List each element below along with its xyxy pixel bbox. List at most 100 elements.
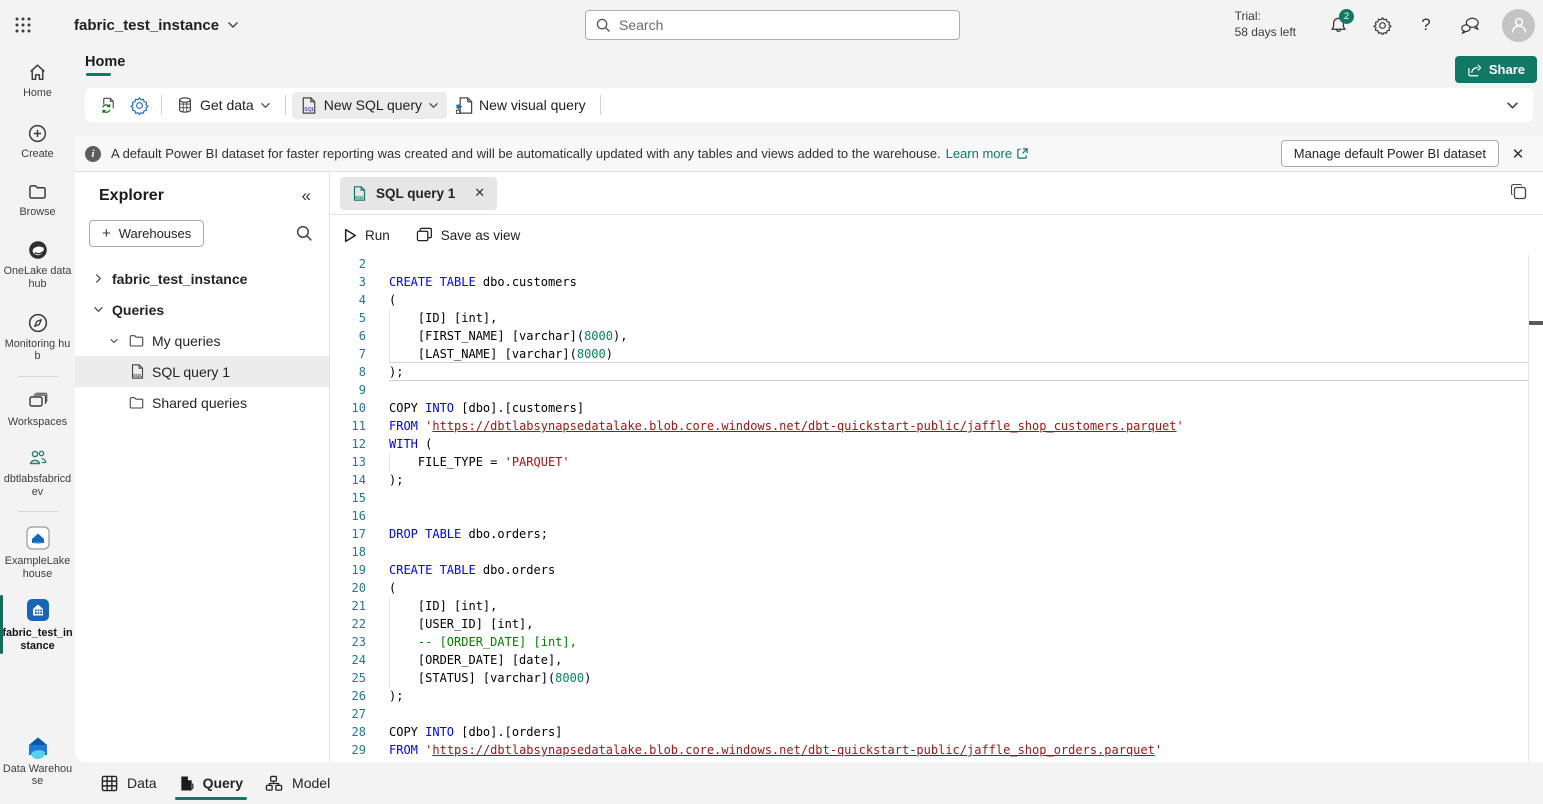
collapse-ribbon-button[interactable] [1500, 97, 1525, 114]
line-number[interactable]: 7 [330, 345, 366, 363]
scrollbar-marker[interactable] [1529, 321, 1543, 325]
close-tab-icon[interactable]: ✕ [474, 185, 485, 201]
help-button[interactable]: ? [1406, 5, 1446, 45]
warehouse-settings-button[interactable] [124, 92, 155, 119]
code-line[interactable]: 20( [330, 579, 1543, 597]
tree-item-shared-queries[interactable]: Shared queries [75, 387, 329, 418]
code-line[interactable]: 18 [330, 543, 1543, 561]
code-line[interactable]: 16 [330, 507, 1543, 525]
rail-item-workspaces[interactable]: Workspaces [0, 384, 75, 435]
rail-item-onelake-data-hub[interactable]: OneLake data hub [0, 233, 75, 296]
line-number[interactable]: 28 [330, 723, 366, 741]
tree-item-sql-query-1[interactable]: SQL SQL query 1 [75, 356, 329, 387]
line-number[interactable]: 14 [330, 471, 366, 489]
editor-overview-ruler[interactable] [1528, 255, 1543, 762]
code-line[interactable]: 12 WITH ( [330, 435, 1543, 453]
explorer-search-icon[interactable] [296, 225, 313, 242]
code-line[interactable]: 19 CREATE TABLE dbo.orders [330, 561, 1543, 579]
line-number[interactable]: 4 [330, 291, 366, 309]
workspace-title-menu[interactable]: fabric_test_instance [74, 17, 239, 34]
code-text[interactable]: [LAST_NAME] [varchar](8000) [389, 345, 1528, 363]
line-number[interactable]: 23 [330, 633, 366, 651]
rail-item-fabric-test-instance[interactable]: fabric_test_instance [0, 591, 75, 658]
code-text[interactable]: CREATE TABLE dbo.orders [389, 561, 1528, 579]
rail-item-monitoring-hub[interactable]: Monitoring hub [0, 306, 75, 369]
code-line[interactable]: 7 [LAST_NAME] [varchar](8000) [330, 345, 1543, 363]
code-line[interactable]: 29FROM 'https://dbtlabsynapsedatalake.bl… [330, 741, 1543, 759]
tree-item-my-queries[interactable]: My queries [75, 325, 329, 356]
code-line[interactable]: 27 [330, 705, 1543, 723]
line-number[interactable]: 21 [330, 597, 366, 615]
sql-code-editor[interactable]: 23CREATE TABLE dbo.customers4(5 [ID] [in… [330, 255, 1543, 762]
line-number[interactable]: 18 [330, 543, 366, 561]
learn-more-link[interactable]: Learn more [946, 146, 1012, 161]
code-line[interactable]: 21 [ID] [int], [330, 597, 1543, 615]
user-avatar[interactable] [1502, 9, 1535, 42]
code-text[interactable] [389, 507, 1528, 525]
code-text[interactable]: DROP TABLE dbo.orders; [389, 525, 1528, 543]
view-tab-model[interactable]: Model [261, 762, 334, 804]
line-number[interactable]: 3 [330, 273, 366, 291]
code-text[interactable] [389, 705, 1528, 723]
line-number[interactable]: 9 [330, 381, 366, 399]
code-text[interactable]: [ORDER_DATE] [date], [389, 651, 1528, 669]
ribbon-tab-home[interactable]: Home [85, 54, 125, 76]
app-launcher-waffle-icon[interactable] [0, 0, 46, 50]
rail-item-create[interactable]: Create [0, 117, 75, 167]
line-number[interactable]: 26 [330, 687, 366, 705]
code-text[interactable]: CREATE TABLE dbo.customers [389, 273, 1528, 291]
banner-close-icon[interactable]: ✕ [1503, 139, 1533, 169]
tree-item-queries[interactable]: Queries [75, 294, 329, 325]
new-visual-query-button[interactable]: New visual query [447, 92, 594, 119]
code-text[interactable] [389, 489, 1528, 507]
code-line[interactable]: 13 FILE_TYPE = 'PARQUET' [330, 453, 1543, 471]
share-button[interactable]: Share [1455, 56, 1537, 83]
line-number[interactable]: 6 [330, 327, 366, 345]
code-text[interactable]: ( [389, 291, 1528, 309]
code-text[interactable]: ); [389, 687, 1528, 705]
run-button[interactable]: Run [344, 228, 390, 243]
code-line[interactable]: 23 -- [ORDER_DATE] [int], [330, 633, 1543, 651]
code-line[interactable]: 15 [330, 489, 1543, 507]
refresh-document-button[interactable] [93, 92, 124, 119]
settings-button[interactable] [1362, 5, 1402, 45]
code-line[interactable]: 24 [ORDER_DATE] [date], [330, 651, 1543, 669]
line-number[interactable]: 17 [330, 525, 366, 543]
line-number[interactable]: 13 [330, 453, 366, 471]
code-line[interactable]: 10COPY INTO [dbo].[customers] [330, 399, 1543, 417]
line-number[interactable]: 19 [330, 561, 366, 579]
chevron-down-icon[interactable] [107, 338, 121, 344]
line-number[interactable]: 12 [330, 435, 366, 453]
code-text[interactable]: [USER_ID] [int], [389, 615, 1528, 633]
code-line[interactable]: 25 [STATUS] [varchar](8000) [330, 669, 1543, 687]
line-number[interactable]: 15 [330, 489, 366, 507]
new-sql-query-button[interactable]: SQL New SQL query [292, 92, 447, 119]
code-line[interactable]: 6 [FIRST_NAME] [varchar](8000), [330, 327, 1543, 345]
code-text[interactable] [389, 381, 1528, 399]
code-text[interactable] [389, 543, 1528, 561]
code-text[interactable]: [STATUS] [varchar](8000) [389, 669, 1528, 687]
save-as-view-button[interactable]: Save as view [416, 227, 521, 243]
code-line[interactable]: 3 CREATE TABLE dbo.customers [330, 273, 1543, 291]
rail-item-browse[interactable]: Browse [0, 175, 75, 225]
code-text[interactable]: [ID] [int], [389, 597, 1528, 615]
add-warehouses-button[interactable]: + Warehouses [89, 220, 204, 247]
rail-item-examplelakehouse[interactable]: ExampleLakehouse [0, 519, 75, 586]
notifications-button[interactable]: 2 [1318, 5, 1358, 45]
line-number[interactable]: 22 [330, 615, 366, 633]
line-number[interactable]: 16 [330, 507, 366, 525]
code-text[interactable]: WITH ( [389, 435, 1528, 453]
code-text[interactable]: ); [389, 362, 1528, 381]
code-line[interactable]: 17 DROP TABLE dbo.orders; [330, 525, 1543, 543]
view-tab-data[interactable]: Data [97, 762, 161, 804]
feedback-button[interactable] [1450, 5, 1490, 45]
code-line[interactable]: 22 [USER_ID] [int], [330, 615, 1543, 633]
line-number[interactable]: 11 [330, 417, 366, 435]
code-line[interactable]: 11FROM 'https://dbtlabsynapsedatalake.bl… [330, 417, 1543, 435]
chevron-down-icon[interactable] [91, 306, 105, 313]
line-number[interactable]: 25 [330, 669, 366, 687]
search-input[interactable]: Search [585, 10, 960, 40]
line-number[interactable]: 10 [330, 399, 366, 417]
rail-item-data-warehouse[interactable]: Data Warehouse [0, 729, 75, 794]
line-number[interactable]: 2 [330, 255, 366, 273]
